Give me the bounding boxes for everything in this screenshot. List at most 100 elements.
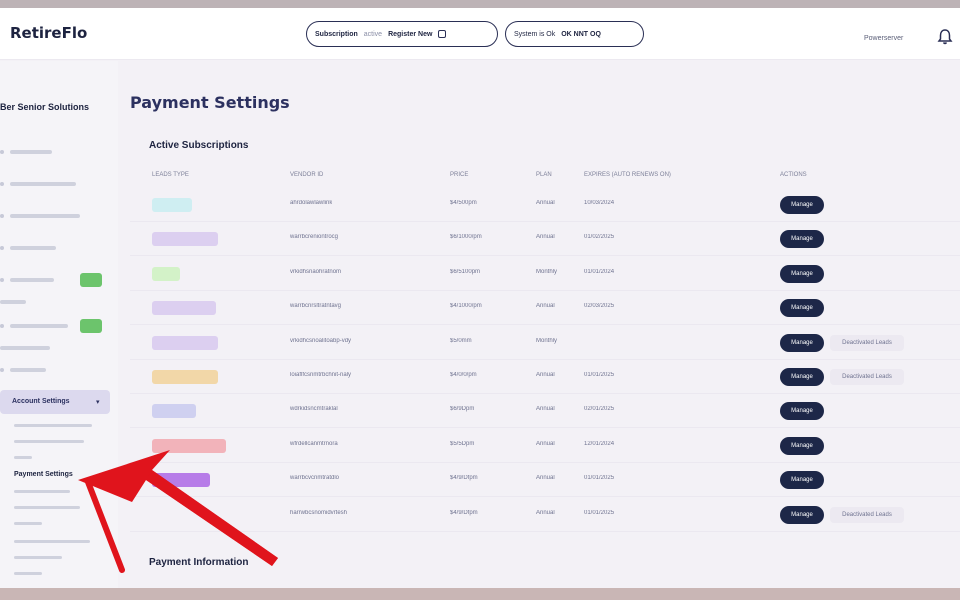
sub-item-qr-codes[interactable] bbox=[14, 521, 42, 531]
manage-button[interactable]: Manage bbox=[780, 196, 824, 214]
user-name[interactable]: Powerserver bbox=[864, 35, 903, 42]
price-cell: $4/1000/pm bbox=[450, 303, 482, 310]
chevron-down-icon: ▾ bbox=[96, 399, 100, 406]
expires-cell: 01/01/2025 bbox=[584, 372, 615, 378]
vendor-id-cell: wdrkidsncmtraklal bbox=[290, 406, 338, 413]
sidebar-section-library bbox=[0, 339, 50, 357]
table-row: vrkidhcsnoalitoabp-vdy $5/0mm Monthly Manag… bbox=[130, 326, 960, 360]
sidebar-item-label bbox=[10, 182, 76, 186]
sidebar-item-label: Account Settings bbox=[12, 398, 70, 405]
subscription-pill-label: Subscription bbox=[315, 30, 358, 38]
vendor-id-cell: loiaflfcsnmtrbchnit-naly bbox=[290, 372, 352, 378]
leads-type-tag bbox=[152, 198, 192, 212]
price-cell: $6/5100pm bbox=[450, 268, 481, 275]
manage-button[interactable]: Manage bbox=[780, 471, 824, 490]
manage-button[interactable]: Manage bbox=[780, 368, 824, 386]
nav-dot-icon bbox=[0, 324, 4, 328]
plan-cell: Annual bbox=[536, 372, 555, 378]
table-row: wdrkidsncmtraklal $6/9Dpm Annual 02/01/2025… bbox=[130, 394, 960, 429]
manage-button[interactable]: Manage bbox=[780, 264, 824, 283]
vendor-id-cell: warrbcreniontrocg bbox=[290, 234, 339, 241]
expires-cell: 12/01/2024 bbox=[584, 440, 615, 447]
organization-name: Ber Senior Solutions bbox=[0, 102, 90, 112]
sub-item-security[interactable] bbox=[14, 571, 42, 581]
column-header-actions: Actions bbox=[780, 172, 807, 178]
sub-item-label bbox=[14, 572, 42, 575]
sidebar-item-account-details[interactable] bbox=[0, 207, 80, 225]
top-bar: RetireFlo Subscription active Register N… bbox=[0, 8, 960, 60]
manage-button[interactable]: Manage bbox=[780, 402, 824, 421]
price-cell: $4/500pm bbox=[450, 200, 477, 206]
plan-cell: Annual bbox=[536, 303, 555, 310]
sidebar-item-resources[interactable] bbox=[0, 361, 46, 379]
sidebar-item-analytics[interactable] bbox=[0, 271, 54, 289]
deactivated-leads-button[interactable]: Deactivated Leads bbox=[830, 369, 904, 385]
column-header-plan: Plan bbox=[536, 172, 552, 178]
system-status-values: OK NNT OQ bbox=[561, 30, 601, 38]
manage-button[interactable]: Manage bbox=[780, 333, 824, 352]
sidebar-item-label bbox=[10, 368, 46, 372]
deactivated-leads-button[interactable]: Deactivated Leads bbox=[830, 506, 904, 523]
sidebar-item-label bbox=[10, 214, 80, 218]
vendor-id-cell: warrbcnrsltratntavg bbox=[290, 303, 342, 310]
column-header-leads-type: Leads Type bbox=[152, 172, 189, 178]
expires-cell: 01/02/2025 bbox=[584, 234, 615, 241]
plan-cell: Annual bbox=[536, 200, 555, 206]
sidebar-item-account-settings[interactable]: Account Settings ▾ bbox=[0, 390, 110, 414]
subscription-pill-status: active bbox=[363, 30, 383, 38]
leads-type-tag bbox=[152, 301, 216, 316]
sub-item-label bbox=[14, 424, 92, 427]
table-row: ahrdolawlawlink $4/500pm Annual 10/03/2024 M… bbox=[130, 188, 960, 222]
plan-cell: Annual bbox=[536, 475, 555, 482]
price-cell: $5/5Dpm bbox=[450, 440, 475, 447]
price-cell: $4/9/Dfpm bbox=[450, 475, 478, 482]
system-status-pill[interactable]: System is Ok OK NNT OQ bbox=[505, 21, 644, 47]
plan-cell: Annual bbox=[536, 234, 555, 241]
leads-type-tag bbox=[152, 232, 218, 247]
sidebar-item-label bbox=[10, 324, 68, 328]
sub-item-label bbox=[14, 456, 32, 459]
table-row: vrkidhsnaohratnom $6/5100pm Monthly 01/01/2… bbox=[130, 257, 960, 291]
nav-dot-icon bbox=[0, 182, 4, 186]
nav-dot-icon bbox=[0, 368, 4, 372]
plan-cell: Annual bbox=[536, 440, 555, 447]
sidebar-section-label bbox=[0, 300, 26, 304]
subscription-pill[interactable]: Subscription active Register New bbox=[306, 21, 498, 47]
bell-icon[interactable] bbox=[936, 28, 954, 46]
plan-cell: Annual bbox=[536, 509, 555, 516]
manage-button[interactable]: Manage bbox=[780, 505, 824, 524]
manage-button[interactable]: Manage bbox=[780, 436, 824, 455]
price-cell: $4/9/Dfpm bbox=[450, 509, 478, 516]
price-cell: $5/0mm bbox=[450, 337, 472, 344]
column-header-vendor-id: Vendor ID bbox=[290, 172, 324, 178]
nav-dot-icon bbox=[0, 150, 4, 154]
table-row: warrbcreniontrocg $6/1000/pm Annual 01/02/2… bbox=[130, 222, 960, 257]
manage-button[interactable]: Manage bbox=[780, 230, 824, 249]
price-cell: $6/1000/pm bbox=[450, 234, 482, 241]
deactivated-leads-button[interactable]: Deactivated Leads bbox=[830, 334, 904, 351]
sidebar-section-label bbox=[0, 346, 50, 350]
vendor-id-cell: vrkidhsnaohratnom bbox=[290, 268, 342, 275]
expires-cell: 02/03/2025 bbox=[584, 303, 615, 310]
register-new-label: Register New bbox=[388, 30, 433, 38]
table-row: warrbcnrsltratntavg $4/1000/pm Annual 02/03… bbox=[130, 291, 960, 326]
sidebar-section-tools bbox=[0, 293, 26, 311]
sidebar-item-management[interactable] bbox=[0, 175, 76, 193]
sub-item-profile-settings[interactable] bbox=[14, 423, 92, 433]
sidebar-item-label bbox=[10, 150, 52, 154]
new-badge bbox=[80, 319, 102, 333]
manage-button[interactable]: Manage bbox=[780, 299, 824, 318]
vendor-id-cell: ahrdolawlawlink bbox=[290, 200, 333, 206]
sub-item-user[interactable] bbox=[14, 455, 32, 465]
sidebar-item-leads-market[interactable] bbox=[0, 317, 68, 335]
sub-item-preferences[interactable] bbox=[14, 555, 62, 565]
register-new-icon bbox=[438, 30, 447, 38]
app-logo[interactable]: RetireFlo bbox=[10, 24, 87, 42]
nav-dot-icon bbox=[0, 246, 4, 250]
sidebar-item-dashboard[interactable] bbox=[0, 143, 52, 161]
sidebar-item-label bbox=[10, 278, 54, 282]
expires-cell: 02/01/2025 bbox=[584, 406, 615, 413]
sidebar-item-quick-pages[interactable] bbox=[0, 239, 56, 257]
column-header-price: Price bbox=[450, 172, 469, 178]
nav-dot-icon bbox=[0, 214, 4, 218]
